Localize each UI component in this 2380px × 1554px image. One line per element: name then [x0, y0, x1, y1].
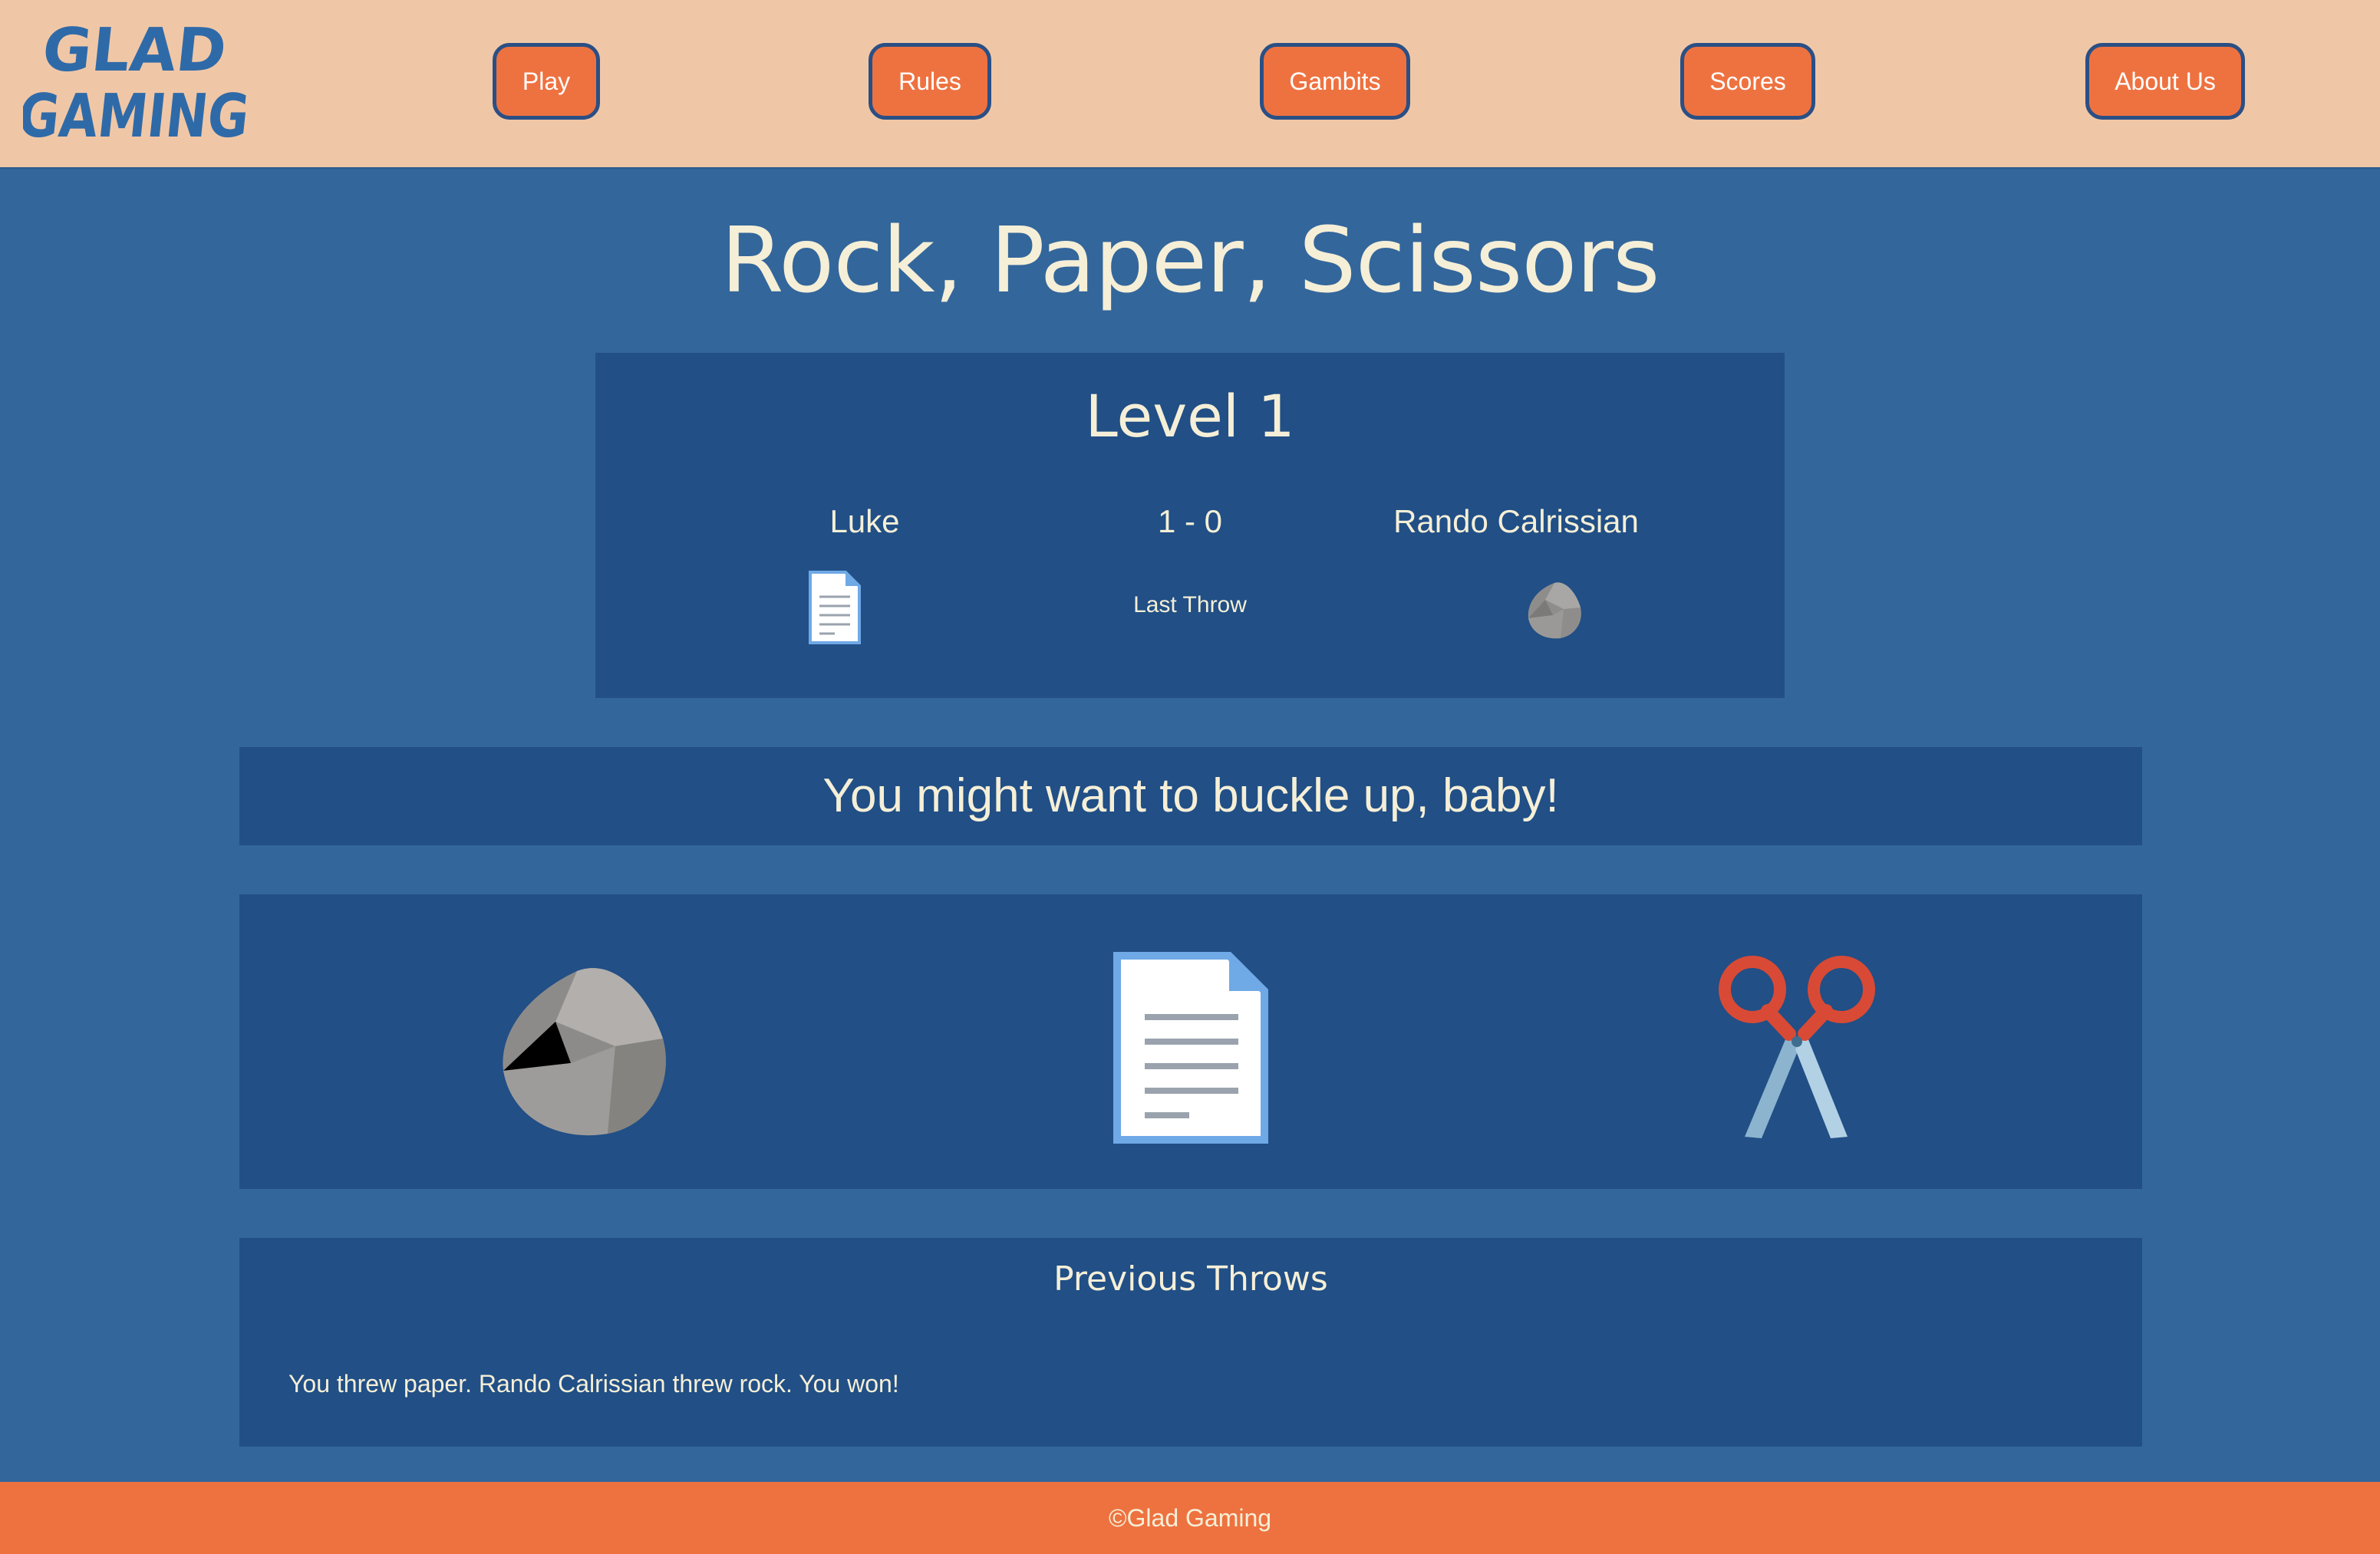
paper-choice-button[interactable]: [1091, 948, 1291, 1147]
previous-throw-item: You threw paper. Rando Calrissian threw …: [288, 1370, 899, 1398]
message-panel: You might want to buckle up, baby!: [239, 747, 2142, 845]
paper-icon: [809, 571, 861, 644]
level-panel: Level 1 Luke 1 - 0 Rando Calrissian Last…: [595, 353, 1785, 698]
nav-rules-button[interactable]: Rules: [869, 43, 991, 120]
scissors-choice-button[interactable]: [1697, 948, 1897, 1147]
paper-icon: [1113, 952, 1268, 1144]
last-throw-label: Last Throw: [1133, 592, 1247, 617]
page-title: Rock, Paper, Scissors: [720, 207, 1660, 313]
level-title: Level 1: [1085, 382, 1295, 450]
opponent-name: Rando Calrissian: [1393, 503, 1639, 539]
nav-about-us-button[interactable]: About Us: [2085, 43, 2245, 120]
taunt-message: You might want to buckle up, baby!: [822, 769, 1559, 822]
score-value: 1 - 0: [1157, 503, 1223, 539]
nav-gambits-button[interactable]: Gambits: [1260, 43, 1410, 120]
rock-icon: [1528, 582, 1581, 639]
choices-panel: [239, 894, 2142, 1189]
site-footer: ©Glad Gaming: [0, 1482, 2380, 1554]
footer-copyright: ©Glad Gaming: [1108, 1503, 1272, 1532]
rock-choice-button[interactable]: [485, 948, 684, 1147]
previous-throws-title: Previous Throws: [1053, 1259, 1328, 1299]
rock-icon: [503, 968, 666, 1136]
svg-text:GAMING: GAMING: [23, 81, 252, 146]
glad-gaming-logo[interactable]: GLAD GAMING: [23, 15, 261, 146]
scissors-icon: [1719, 956, 1875, 1138]
site-header: GLAD GAMING Play Rules Gambits Scores Ab…: [0, 0, 2380, 169]
nav-scores-button[interactable]: Scores: [1680, 43, 1815, 120]
player-name: Luke: [829, 503, 900, 539]
nav-play-button[interactable]: Play: [493, 43, 600, 120]
svg-text:GLAD: GLAD: [39, 15, 229, 85]
previous-throws-panel: Previous Throws You threw paper. Rando C…: [239, 1238, 2142, 1447]
